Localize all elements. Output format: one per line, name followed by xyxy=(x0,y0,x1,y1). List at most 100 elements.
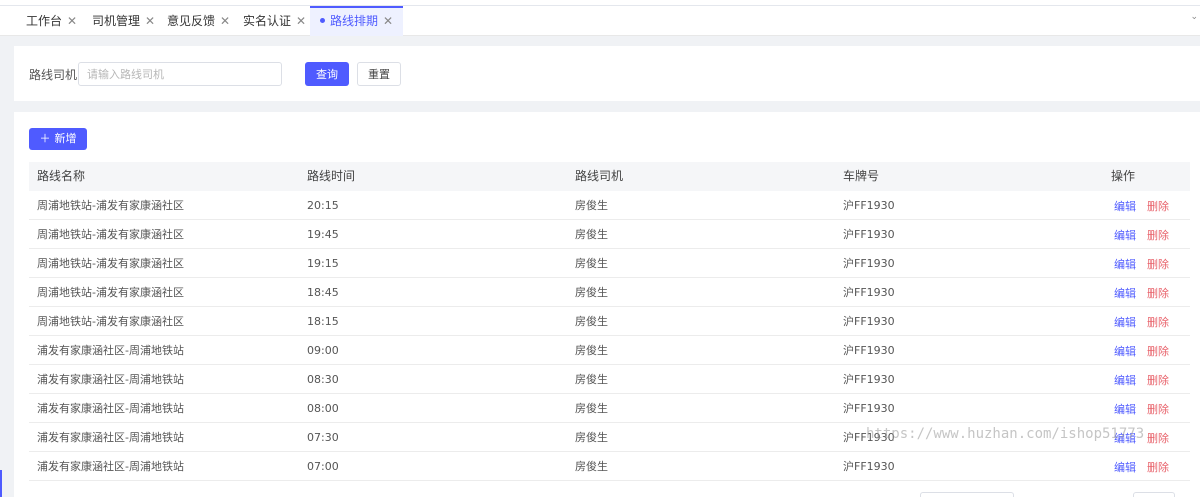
cell-route-driver: 房俊生 xyxy=(575,373,608,386)
cell-plate: 沪FF1930 xyxy=(843,228,895,241)
cell-route-name: 浦发有家康涵社区-周浦地铁站 xyxy=(37,402,184,415)
cell-route-time: 19:15 xyxy=(307,257,339,270)
cell-plate: 沪FF1930 xyxy=(843,373,895,386)
reset-button[interactable]: 重置 xyxy=(357,62,401,86)
tab-bar: 工作台 ✕ 司机管理 ✕ 意见反馈 ✕ 实名认证 ✕ 路线排期 ✕ ⌄ xyxy=(0,6,1200,36)
cell-route-name: 周浦地铁站-浦发有家康涵社区 xyxy=(37,228,184,241)
cell-plate: 沪FF1930 xyxy=(843,315,895,328)
cell-route-driver: 房俊生 xyxy=(575,228,608,241)
cell-route-time: 07:30 xyxy=(307,431,339,444)
close-icon[interactable]: ✕ xyxy=(145,14,155,28)
delete-button[interactable]: 删除 xyxy=(1147,424,1169,453)
table-row: 周浦地铁站-浦发有家康涵社区 20:15 房俊生 沪FF1930 编辑 删除 xyxy=(29,191,1190,220)
tab-route-schedule[interactable]: 路线排期 ✕ xyxy=(310,6,404,36)
route-driver-input[interactable] xyxy=(78,62,282,86)
tab-feedback[interactable]: 意见反馈 ✕ xyxy=(167,6,230,36)
search-panel: 路线司机 查询 重置 xyxy=(14,46,1200,101)
cell-plate: 沪FF1930 xyxy=(843,344,895,357)
table-row: 周浦地铁站-浦发有家康涵社区 19:45 房俊生 沪FF1930 编辑 删除 xyxy=(29,220,1190,249)
cell-route-name: 周浦地铁站-浦发有家康涵社区 xyxy=(37,286,184,299)
edit-button[interactable]: 编辑 xyxy=(1114,337,1136,366)
cell-route-driver: 房俊生 xyxy=(575,257,608,270)
tab-label: 路线排期 xyxy=(330,14,379,28)
table-body: 周浦地铁站-浦发有家康涵社区 20:15 房俊生 沪FF1930 编辑 删除 周浦地铁站-浦… xyxy=(29,191,1190,481)
column-header-route-time: 路线时间 xyxy=(307,169,356,183)
delete-button[interactable]: 删除 xyxy=(1147,279,1169,308)
cell-plate: 沪FF1930 xyxy=(843,431,895,444)
edit-button[interactable]: 编辑 xyxy=(1114,424,1136,453)
query-button[interactable]: 查询 xyxy=(305,62,349,86)
cell-route-time: 08:00 xyxy=(307,402,339,415)
delete-button[interactable]: 删除 xyxy=(1147,337,1169,366)
edit-button[interactable]: 编辑 xyxy=(1114,192,1136,221)
edit-button[interactable]: 编辑 xyxy=(1114,453,1136,482)
cell-route-driver: 房俊生 xyxy=(575,344,608,357)
tab-workbench[interactable]: 工作台 ✕ xyxy=(26,6,77,36)
delete-button[interactable]: 删除 xyxy=(1147,453,1169,482)
close-icon[interactable]: ✕ xyxy=(296,14,306,28)
route-driver-label: 路线司机 xyxy=(29,68,78,82)
edit-button[interactable]: 编辑 xyxy=(1114,366,1136,395)
table-panel: ＋新增 路线名称 路线时间 路线司机 车牌号 操作 周浦地铁站-浦发有家康涵社区… xyxy=(14,112,1200,497)
add-button[interactable]: ＋新增 xyxy=(29,128,87,150)
delete-button[interactable]: 删除 xyxy=(1147,395,1169,424)
cell-plate: 沪FF1930 xyxy=(843,402,895,415)
table-row: 周浦地铁站-浦发有家康涵社区 18:15 房俊生 沪FF1930 编辑 删除 xyxy=(29,307,1190,336)
edit-button[interactable]: 编辑 xyxy=(1114,221,1136,250)
cell-route-name: 周浦地铁站-浦发有家康涵社区 xyxy=(37,199,184,212)
close-icon[interactable]: ✕ xyxy=(67,14,77,28)
cell-route-name: 浦发有家康涵社区-周浦地铁站 xyxy=(37,460,184,473)
table-row: 浦发有家康涵社区-周浦地铁站 08:00 房俊生 沪FF1930 编辑 删除 xyxy=(29,394,1190,423)
delete-button[interactable]: 删除 xyxy=(1147,192,1169,221)
add-button-label: 新增 xyxy=(54,132,77,145)
active-dot-icon xyxy=(320,18,325,23)
column-header-plate: 车牌号 xyxy=(843,169,880,183)
tab-label: 实名认证 xyxy=(243,14,292,28)
table-row: 浦发有家康涵社区-周浦地铁站 07:30 房俊生 沪FF1930 编辑 删除 xyxy=(29,423,1190,452)
close-icon[interactable]: ✕ xyxy=(220,14,230,28)
close-icon[interactable]: ✕ xyxy=(383,14,393,28)
column-header-actions: 操作 xyxy=(1111,169,1136,183)
cell-route-name: 浦发有家康涵社区-周浦地铁站 xyxy=(37,344,184,357)
edit-button[interactable]: 编辑 xyxy=(1114,395,1136,424)
tab-real-name-auth[interactable]: 实名认证 ✕ xyxy=(243,6,306,36)
cell-route-driver: 房俊生 xyxy=(575,286,608,299)
column-header-route-driver: 路线司机 xyxy=(575,169,624,183)
cell-route-time: 18:45 xyxy=(307,286,339,299)
cell-route-name: 周浦地铁站-浦发有家康涵社区 xyxy=(37,315,184,328)
column-header-route-name: 路线名称 xyxy=(37,169,86,183)
delete-button[interactable]: 删除 xyxy=(1147,366,1169,395)
cell-route-driver: 房俊生 xyxy=(575,199,608,212)
sidebar-edge xyxy=(0,470,2,497)
tab-label: 意见反馈 xyxy=(167,14,216,28)
delete-button[interactable]: 删除 xyxy=(1147,250,1169,279)
cell-plate: 沪FF1930 xyxy=(843,286,895,299)
edit-button[interactable]: 编辑 xyxy=(1114,250,1136,279)
cell-route-driver: 房俊生 xyxy=(575,315,608,328)
table-row: 周浦地铁站-浦发有家康涵社区 19:15 房俊生 沪FF1930 编辑 删除 xyxy=(29,249,1190,278)
cell-route-driver: 房俊生 xyxy=(575,460,608,473)
delete-button[interactable]: 删除 xyxy=(1147,308,1169,337)
cell-route-time: 07:00 xyxy=(307,460,339,473)
delete-button[interactable]: 删除 xyxy=(1147,221,1169,250)
tab-label: 司机管理 xyxy=(92,14,141,28)
table-row: 周浦地铁站-浦发有家康涵社区 18:45 房俊生 沪FF1930 编辑 删除 xyxy=(29,278,1190,307)
cell-plate: 沪FF1930 xyxy=(843,199,895,212)
cell-plate: 沪FF1930 xyxy=(843,460,895,473)
route-table: 路线名称 路线时间 路线司机 车牌号 操作 周浦地铁站-浦发有家康涵社区 20:1… xyxy=(29,162,1190,481)
cell-route-time: 19:45 xyxy=(307,228,339,241)
cell-route-time: 20:15 xyxy=(307,199,339,212)
table-row: 浦发有家康涵社区-周浦地铁站 08:30 房俊生 沪FF1930 编辑 删除 xyxy=(29,365,1190,394)
chevron-down-icon[interactable]: ⌄ xyxy=(1190,12,1198,22)
pagination-jumper[interactable] xyxy=(1133,492,1175,497)
pagination-size-select[interactable] xyxy=(920,492,1014,497)
cell-route-time: 08:30 xyxy=(307,373,339,386)
table-row: 浦发有家康涵社区-周浦地铁站 07:00 房俊生 沪FF1930 编辑 删除 xyxy=(29,452,1190,481)
cell-route-driver: 房俊生 xyxy=(575,431,608,444)
edit-button[interactable]: 编辑 xyxy=(1114,279,1136,308)
edit-button[interactable]: 编辑 xyxy=(1114,308,1136,337)
tab-label: 工作台 xyxy=(26,14,63,28)
cell-route-time: 18:15 xyxy=(307,315,339,328)
table-row: 浦发有家康涵社区-周浦地铁站 09:00 房俊生 沪FF1930 编辑 删除 xyxy=(29,336,1190,365)
tab-driver-management[interactable]: 司机管理 ✕ xyxy=(92,6,155,36)
